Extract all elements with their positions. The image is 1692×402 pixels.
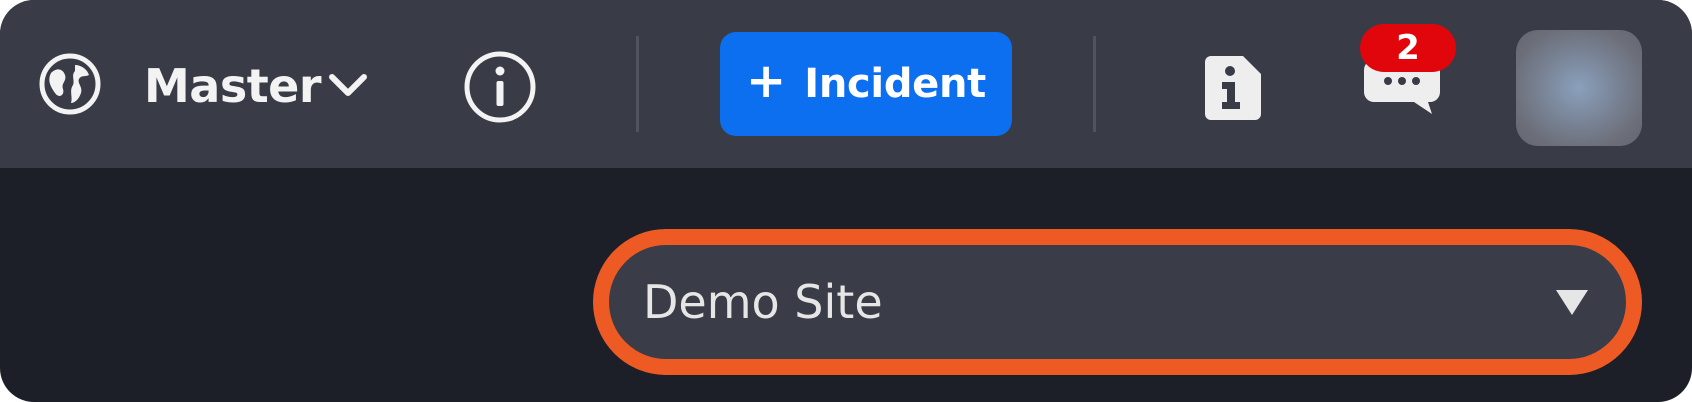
toolbar-divider bbox=[1093, 36, 1096, 132]
user-avatar[interactable] bbox=[1516, 30, 1642, 146]
toolbar-divider bbox=[636, 36, 639, 132]
site-select-dropdown[interactable]: Demo Site bbox=[593, 229, 1642, 375]
app-frame: Master + Incident 2 Demo Site bbox=[0, 0, 1692, 402]
plus-icon: + bbox=[746, 53, 787, 109]
caret-down-icon bbox=[1556, 290, 1588, 315]
site-select-value: Demo Site bbox=[643, 275, 883, 329]
info-circle-icon[interactable] bbox=[463, 50, 537, 124]
add-incident-label: Incident bbox=[804, 61, 986, 107]
workspace-label[interactable]: Master bbox=[144, 56, 322, 116]
add-incident-button[interactable]: + Incident bbox=[720, 32, 1012, 136]
top-bar: Master + Incident 2 bbox=[0, 0, 1692, 168]
chevron-down-icon[interactable] bbox=[326, 70, 370, 100]
file-info-icon[interactable] bbox=[1205, 56, 1261, 120]
notification-count-badge: 2 bbox=[1360, 24, 1456, 72]
globe-icon[interactable] bbox=[39, 53, 101, 115]
